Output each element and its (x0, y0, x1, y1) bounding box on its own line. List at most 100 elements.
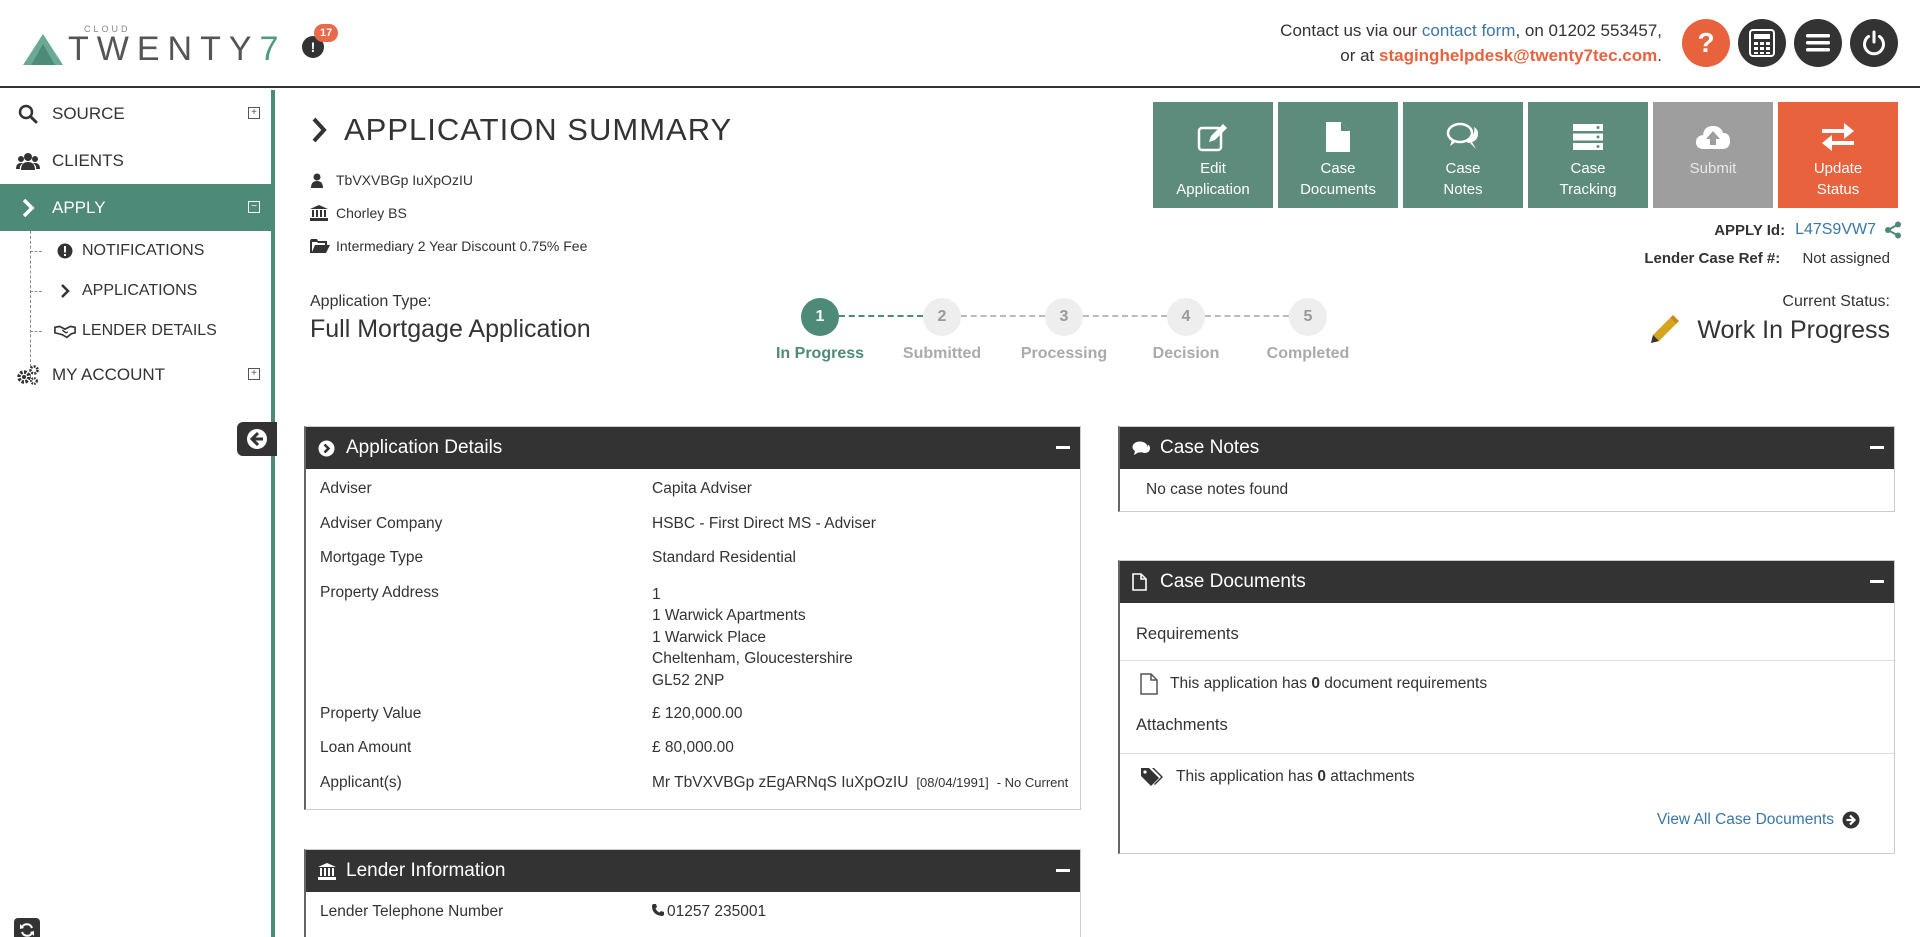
tags-icon (1141, 767, 1163, 786)
notifications-button[interactable]: ! 17 (300, 24, 339, 60)
step-number: 4 (1167, 298, 1205, 336)
pencil-icon (1651, 315, 1680, 343)
gears-icon (16, 364, 40, 386)
lender-phone: 01257 235001 (667, 903, 767, 920)
detail-key: Lender Telephone Number (320, 903, 504, 920)
collapse-panel-icon[interactable] (1870, 580, 1884, 583)
document-icon (1325, 120, 1351, 154)
apply-id-label: APPLY Id: (1714, 221, 1786, 239)
sidebar-item-clients[interactable]: CLIENTS (0, 137, 271, 184)
lender-information-header[interactable]: Lender Information (306, 850, 1080, 892)
apply-id-value[interactable]: L47S9VW7 (1795, 221, 1876, 239)
attachments-heading: Attachments (1120, 706, 1894, 754)
step-decision: 4 Decision (1116, 298, 1256, 363)
share-icon[interactable] (1884, 221, 1902, 239)
action-label: Application (1176, 181, 1250, 198)
sidebar: SOURCE + CLIENTS APPLY − NOTIFICATIONS A… (0, 90, 277, 937)
calculator-icon[interactable] (1738, 19, 1786, 67)
expand-icon[interactable]: + (248, 107, 260, 119)
lender-row: Chorley BS (310, 205, 407, 221)
collapse-panel-icon[interactable] (1870, 446, 1884, 449)
case-documents-button[interactable]: Case Documents (1278, 102, 1398, 208)
refresh-icon (20, 923, 34, 937)
case-tracking-button[interactable]: Case Tracking (1528, 102, 1648, 208)
case-documents-header[interactable]: Case Documents (1120, 561, 1894, 603)
action-label: Tracking (1559, 181, 1617, 198)
detail-key: Applicant(s) (320, 773, 402, 791)
detail-value: HSBC - First Direct MS - Adviser (652, 514, 876, 532)
search-icon (16, 103, 40, 125)
action-label: Documents (1300, 181, 1376, 198)
helpdesk-email-link[interactable]: staginghelpdesk@twenty7tec.com (1379, 46, 1657, 65)
product-name: Intermediary 2 Year Discount 0.75% Fee (336, 238, 588, 254)
step-number: 2 (923, 298, 961, 336)
case-notes-button[interactable]: Case Notes (1403, 102, 1523, 208)
document-outline-icon (1140, 672, 1158, 695)
address-line: 1 Warwick Place (652, 628, 766, 646)
phone-icon (652, 904, 664, 916)
sidebar-item-applications[interactable]: APPLICATIONS (0, 271, 271, 311)
sidebar-item-label: LENDER DETAILS (82, 322, 217, 339)
notification-count-badge: 17 (314, 24, 339, 42)
tree-branch (30, 291, 42, 292)
detail-key: Property Address (320, 583, 439, 601)
application-details-header[interactable]: Application Details (306, 427, 1080, 469)
help-icon[interactable]: ? (1682, 19, 1730, 67)
action-label: Update (1813, 160, 1863, 177)
page-title-text: APPLICATION SUMMARY (344, 112, 733, 147)
apply-subnav: NOTIFICATIONS APPLICATIONS LENDER DETAIL… (0, 231, 271, 377)
submit-button[interactable]: Submit (1653, 102, 1773, 208)
power-icon[interactable] (1850, 19, 1898, 67)
sidebar-item-lender-details[interactable]: LENDER DETAILS (0, 311, 271, 351)
detail-row-loan-amount: Loan Amount £ 80,000.00 (306, 732, 1080, 767)
attachments-row: This application has 0 attachments (1120, 754, 1894, 799)
collapse-panel-icon[interactable] (1056, 869, 1070, 872)
refresh-button[interactable] (14, 918, 40, 937)
comments-icon (1446, 120, 1480, 154)
cloud-twenty7-logo[interactable]: CLOUD TWENTY7 (22, 24, 286, 66)
expand-icon[interactable]: + (248, 368, 260, 380)
action-label: Case (1445, 160, 1481, 177)
detail-value: Mr TbVXVBGp zEgARNqS IuXpOzIU [08/04/1991… (652, 774, 1068, 792)
chevron-right-icon (16, 197, 40, 219)
contact-form-link[interactable]: contact form (1422, 21, 1516, 40)
step-label: Processing (1020, 345, 1108, 362)
chevron-circle-right-icon (318, 440, 346, 457)
main-content: APPLICATION SUMMARY TbVXVBGp IuXpOzIU Ch… (280, 90, 1920, 937)
action-label: Case (1320, 160, 1356, 177)
sidebar-item-my-account[interactable]: MY ACCOUNT + (0, 351, 271, 398)
menu-icon[interactable] (1794, 19, 1842, 67)
address-line: 1 (652, 585, 661, 603)
details-list: Adviser Capita Adviser Adviser Company H… (306, 469, 1080, 801)
step-label: Completed (1266, 345, 1350, 362)
view-all-case-documents-link[interactable]: View All Case Documents (1657, 811, 1860, 829)
requirements-text: This application has 0 document requirem… (1170, 674, 1488, 692)
sidebar-item-label: MY ACCOUNT (52, 364, 166, 384)
application-details-panel: Application Details Adviser Capita Advis… (304, 426, 1081, 810)
collapse-panel-icon[interactable] (1056, 446, 1070, 449)
collapse-icon[interactable]: − (248, 201, 260, 213)
edit-application-button[interactable]: Edit Application (1153, 102, 1273, 208)
lender-name: Chorley BS (336, 205, 407, 221)
case-notes-header[interactable]: Case Notes (1120, 427, 1894, 469)
step-number: 3 (1045, 298, 1083, 336)
update-status-button[interactable]: Update Status (1778, 102, 1898, 208)
action-label: Submit (1689, 160, 1737, 177)
sidebar-item-apply[interactable]: APPLY − (0, 184, 271, 231)
step-in-progress: 1 In Progress (750, 298, 890, 363)
comments-icon (1132, 441, 1160, 456)
current-status-value: Work In Progress (1697, 315, 1890, 344)
top-icon-group: ? (1682, 19, 1898, 67)
detail-value: 1 1 Warwick Apartments 1 Warwick Place C… (652, 584, 853, 692)
sidebar-item-notifications[interactable]: NOTIFICATIONS (0, 231, 271, 271)
lender-ref-value: Not assigned (1802, 250, 1890, 267)
arrow-circle-right-icon (1842, 811, 1860, 829)
sidebar-item-source[interactable]: SOURCE + (0, 90, 271, 137)
action-label: Case (1570, 160, 1606, 177)
bank-icon (318, 862, 346, 880)
panel-title: Case Notes (1160, 437, 1260, 458)
collapse-sidebar-button[interactable] (237, 422, 277, 456)
exchange-icon (1821, 120, 1855, 154)
detail-row-adviser-company: Adviser Company HSBC - First Direct MS -… (306, 508, 1080, 543)
action-bar: Edit Application Case Documents Case Not… (1153, 102, 1898, 208)
